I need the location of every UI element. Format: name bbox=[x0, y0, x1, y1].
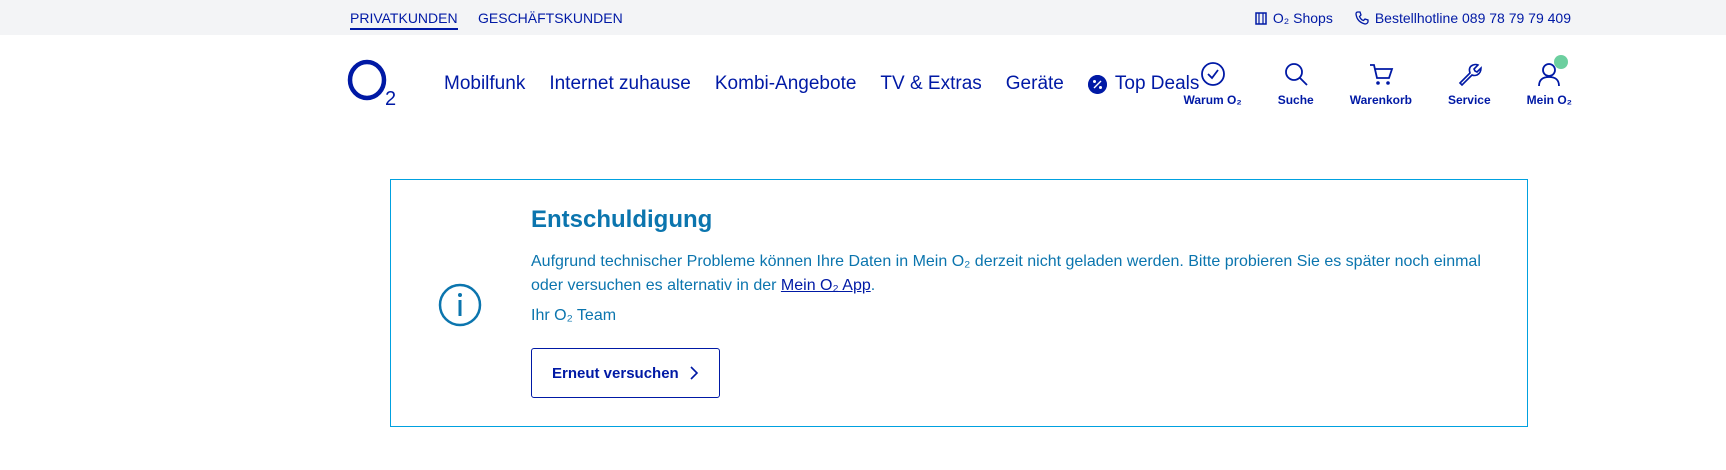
user-icon-wrap bbox=[1536, 55, 1569, 87]
svg-text:2: 2 bbox=[385, 88, 396, 107]
cart-button[interactable]: Warenkorb bbox=[1350, 61, 1412, 107]
shops-label: O₂ Shops bbox=[1272, 10, 1333, 26]
utility-icons: Warum O₂ Suche Warenkorb Service Mein O₂ bbox=[1183, 55, 1572, 107]
hotline-label: Bestellhotline 089 78 79 79 409 bbox=[1374, 10, 1571, 26]
main-navigation: 2 Mobilfunk Internet zuhause Kombi-Angeb… bbox=[0, 35, 1726, 125]
search-icon bbox=[1284, 63, 1308, 86]
why-o2-button[interactable]: Warum O₂ bbox=[1183, 61, 1242, 107]
top-bar: PRIVATKUNDEN GESCHÄFTSKUNDEN O₂ Shops Be… bbox=[0, 0, 1726, 35]
retry-button[interactable]: Erneut versuchen bbox=[531, 348, 720, 398]
error-signature: Ihr O₂ Team bbox=[531, 307, 617, 324]
service-button[interactable]: Service bbox=[1448, 61, 1491, 107]
o2-logo[interactable]: 2 bbox=[347, 59, 401, 107]
segment-business[interactable]: GESCHÄFTSKUNDEN bbox=[478, 10, 623, 26]
search-label: Suche bbox=[1277, 93, 1314, 107]
phone-icon bbox=[1355, 11, 1369, 25]
my-o2-label: Mein O₂ bbox=[1526, 93, 1572, 107]
menu-mobilfunk[interactable]: Mobilfunk bbox=[444, 73, 525, 95]
shop-icon bbox=[1255, 12, 1267, 25]
menu-tv-extras[interactable]: TV & Extras bbox=[880, 73, 981, 95]
info-icon bbox=[438, 283, 482, 327]
why-o2-label: Warum O₂ bbox=[1183, 93, 1242, 107]
menu-geraete[interactable]: Geräte bbox=[1006, 73, 1064, 95]
logged-in-badge bbox=[1554, 55, 1569, 69]
wrench-icon bbox=[1459, 63, 1483, 87]
error-message-text: Aufgrund technischer Probleme können Ihr… bbox=[531, 253, 1481, 294]
percent-icon bbox=[1087, 74, 1107, 94]
cart-label: Warenkorb bbox=[1349, 93, 1412, 107]
retry-label: Erneut versuchen bbox=[552, 364, 679, 382]
main-menu: Mobilfunk Internet zuhause Kombi-Angebot… bbox=[444, 73, 1199, 95]
menu-kombi-angebote[interactable]: Kombi-Angebote bbox=[715, 73, 857, 95]
error-card: Entschuldigung Aufgrund technischer Prob… bbox=[390, 179, 1528, 427]
segment-private[interactable]: PRIVATKUNDEN bbox=[350, 10, 458, 30]
shops-link[interactable]: O₂ Shops bbox=[1255, 10, 1333, 26]
check-circle-icon bbox=[1200, 62, 1225, 86]
menu-internet-zuhause[interactable]: Internet zuhause bbox=[549, 73, 691, 95]
my-o2-button[interactable]: Mein O₂ bbox=[1526, 55, 1572, 107]
service-label: Service bbox=[1447, 93, 1491, 107]
top-right-links: O₂ Shops Bestellhotline 089 78 79 79 409 bbox=[1255, 10, 1571, 26]
error-message-end: . bbox=[870, 277, 876, 294]
mein-o2-app-link[interactable]: Mein O₂ App bbox=[781, 277, 871, 294]
search-button[interactable]: Suche bbox=[1278, 61, 1314, 107]
chevron-right-icon bbox=[690, 366, 698, 380]
error-card-body: Entschuldigung Aufgrund technischer Prob… bbox=[531, 206, 1481, 398]
error-title: Entschuldigung bbox=[531, 206, 713, 233]
cart-icon bbox=[1369, 64, 1394, 85]
error-message: Aufgrund technischer Probleme können Ihr… bbox=[531, 250, 1481, 298]
hotline-link[interactable]: Bestellhotline 089 78 79 79 409 bbox=[1355, 10, 1571, 26]
